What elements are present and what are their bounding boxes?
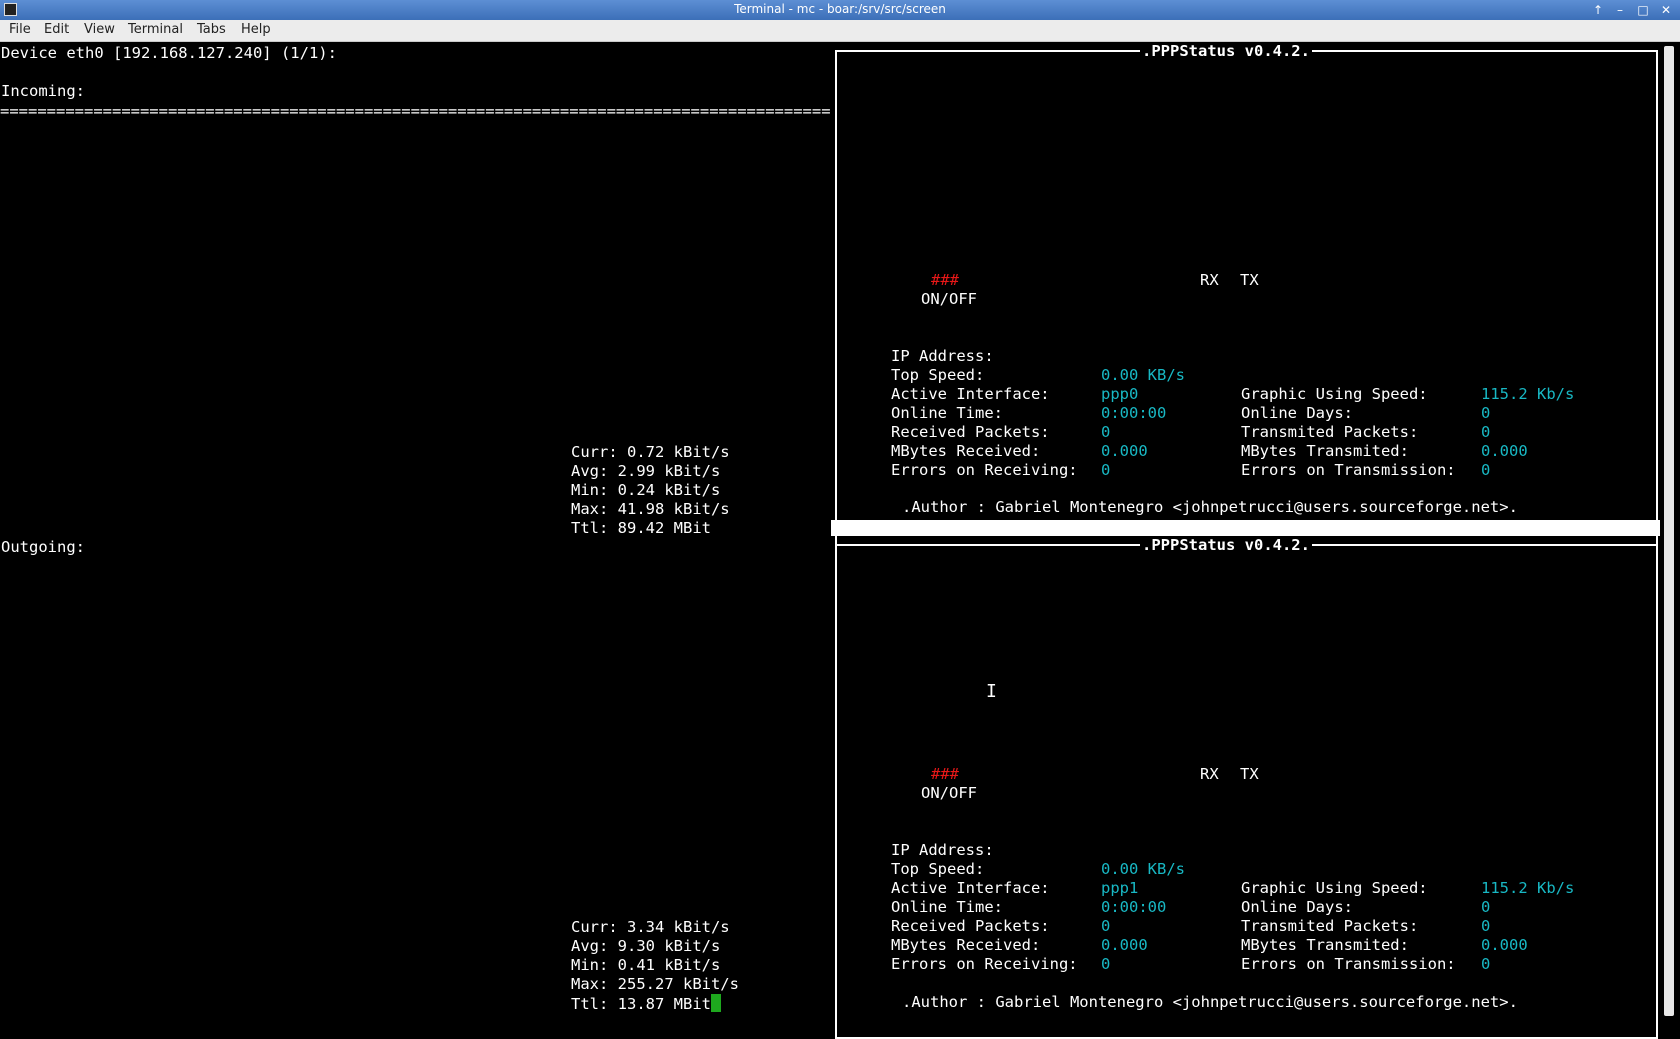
mbytes-received-label-1: MBytes Received:	[891, 442, 1041, 460]
incoming-max: Max: 41.98 kBit/s	[571, 500, 730, 518]
tx-label-1: TX	[1240, 271, 1259, 289]
online-days-label-2: Online Days:	[1241, 898, 1353, 916]
errors-receiving-label-2: Errors on Receiving:	[891, 955, 1078, 973]
rx-label-1: RX	[1200, 271, 1219, 289]
mbytes-transmited-value-1: 0.000	[1481, 442, 1528, 460]
mbytes-received-value-2: 0.000	[1101, 936, 1148, 954]
transmited-packets-value-1: 0	[1481, 423, 1491, 441]
screen-split-bar	[831, 520, 1660, 536]
pppstatus-title-2: .PPPStatus v0.4.2.	[1140, 536, 1312, 555]
online-days-label-1: Online Days:	[1241, 404, 1353, 422]
menu-file[interactable]: File	[9, 22, 31, 37]
online-days-value-1: 0	[1481, 404, 1491, 422]
menu-bar: File Edit View Terminal Tabs Help	[0, 20, 1680, 42]
onoff-label-1: ON/OFF	[921, 290, 977, 308]
online-time-label-1: Online Time:	[891, 404, 1003, 422]
incoming-min: Min: 0.24 kBit/s	[571, 481, 721, 499]
outgoing-avg: Avg: 9.30 kBit/s	[571, 937, 721, 955]
graphic-speed-label-2: Graphic Using Speed:	[1241, 879, 1428, 897]
incoming-curr: Curr: 0.72 kBit/s	[571, 443, 730, 461]
led-indicator-2: ###	[931, 765, 959, 783]
mbytes-transmited-label-2: MBytes Transmited:	[1241, 936, 1409, 954]
mbytes-transmited-label-1: MBytes Transmited:	[1241, 442, 1409, 460]
vertical-scrollbar[interactable]	[1661, 42, 1680, 1021]
outgoing-max: Max: 255.27 kBit/s	[571, 975, 739, 993]
ip-address-label-2: IP Address:	[891, 841, 994, 859]
terminal-area[interactable]: Device eth0 [192.168.127.240] (1/1): ===…	[0, 42, 1661, 1039]
menu-help[interactable]: Help	[241, 22, 271, 37]
errors-receiving-value-1: 0	[1101, 461, 1111, 479]
mbytes-received-label-2: MBytes Received:	[891, 936, 1041, 954]
window-title: Terminal - mc - boar:/srv/src/screen	[734, 2, 946, 16]
top-speed-label-1: Top Speed:	[891, 366, 985, 384]
online-time-value-1: 0:00:00	[1101, 404, 1167, 422]
online-days-value-2: 0	[1481, 898, 1491, 916]
outgoing-curr: Curr: 3.34 kBit/s	[571, 918, 730, 936]
active-interface-label-1: Active Interface:	[891, 385, 1050, 403]
ip-address-label-1: IP Address:	[891, 347, 994, 365]
online-time-label-2: Online Time:	[891, 898, 1003, 916]
text-cursor-icon: I	[986, 681, 997, 702]
top-speed-value-1: 0.00 KB/s	[1101, 366, 1185, 384]
incoming-ttl: Ttl: 89.42 MBit	[571, 519, 711, 537]
incoming-label: Incoming:	[1, 82, 85, 100]
mbytes-received-value-1: 0.000	[1101, 442, 1148, 460]
separator-line: ========================================…	[0, 102, 830, 120]
top-speed-value-2: 0.00 KB/s	[1101, 860, 1185, 878]
outgoing-ttl-row: Ttl: 13.87 MBit	[571, 994, 721, 1014]
errors-transmission-label-2: Errors on Transmission:	[1241, 955, 1456, 973]
received-packets-label-1: Received Packets:	[891, 423, 1050, 441]
received-packets-value-2: 0	[1101, 917, 1111, 935]
transmited-packets-label-2: Transmited Packets:	[1241, 917, 1419, 935]
online-time-value-2: 0:00:00	[1101, 898, 1167, 916]
errors-transmission-value-1: 0	[1481, 461, 1491, 479]
device-line: Device eth0 [192.168.127.240] (1/1):	[1, 44, 337, 62]
terminal-cursor	[710, 994, 721, 1012]
errors-receiving-label-1: Errors on Receiving:	[891, 461, 1078, 479]
window-titlebar[interactable]: Terminal - mc - boar:/srv/src/screen ↑ –…	[0, 0, 1680, 20]
led-indicator-1: ###	[931, 271, 959, 289]
received-packets-label-2: Received Packets:	[891, 917, 1050, 935]
rx-label-2: RX	[1200, 765, 1219, 783]
pppstatus-author-1: .Author : Gabriel Montenegro <johnpetruc…	[900, 498, 1520, 517]
transmited-packets-label-1: Transmited Packets:	[1241, 423, 1419, 441]
errors-transmission-value-2: 0	[1481, 955, 1491, 973]
errors-receiving-value-2: 0	[1101, 955, 1111, 973]
active-interface-label-2: Active Interface:	[891, 879, 1050, 897]
incoming-avg: Avg: 2.99 kBit/s	[571, 462, 721, 480]
mbytes-transmited-value-2: 0.000	[1481, 936, 1528, 954]
maximize-window-icon[interactable]: □	[1634, 2, 1652, 18]
menu-terminal[interactable]: Terminal	[128, 22, 183, 37]
tx-label-2: TX	[1240, 765, 1259, 783]
graphic-speed-value-2: 115.2 Kb/s	[1481, 879, 1575, 897]
minimize-window-icon[interactable]: –	[1611, 2, 1629, 18]
graphic-speed-value-1: 115.2 Kb/s	[1481, 385, 1575, 403]
graphic-speed-label-1: Graphic Using Speed:	[1241, 385, 1428, 403]
outgoing-min: Min: 0.41 kBit/s	[571, 956, 721, 974]
errors-transmission-label-1: Errors on Transmission:	[1241, 461, 1456, 479]
top-speed-label-2: Top Speed:	[891, 860, 985, 878]
menu-tabs[interactable]: Tabs	[197, 22, 226, 37]
menu-view[interactable]: View	[84, 22, 115, 37]
outgoing-label: Outgoing:	[1, 538, 85, 556]
close-window-icon[interactable]: ✕	[1657, 2, 1675, 18]
received-packets-value-1: 0	[1101, 423, 1111, 441]
pppstatus-title-1: .PPPStatus v0.4.2.	[1140, 42, 1312, 61]
shade-window-icon[interactable]: ↑	[1589, 2, 1607, 18]
scrollbar-thumb[interactable]	[1664, 46, 1674, 1016]
outgoing-ttl: Ttl: 13.87 MBit	[571, 995, 711, 1013]
pppstatus-author-2: .Author : Gabriel Montenegro <johnpetruc…	[900, 993, 1520, 1012]
transmited-packets-value-2: 0	[1481, 917, 1491, 935]
active-interface-value-2: ppp1	[1101, 879, 1139, 897]
menu-edit[interactable]: Edit	[44, 22, 69, 37]
onoff-label-2: ON/OFF	[921, 784, 977, 802]
active-interface-value-1: ppp0	[1101, 385, 1139, 403]
